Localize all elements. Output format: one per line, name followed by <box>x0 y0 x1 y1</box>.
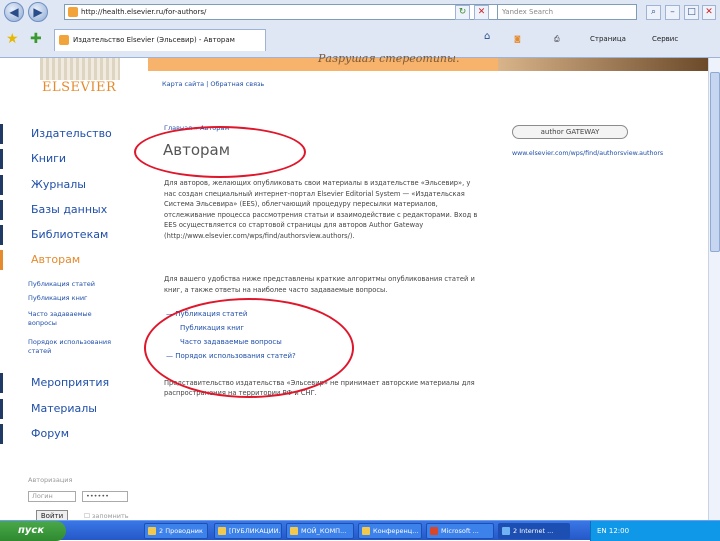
address-bar[interactable]: http://health.elsevier.ru/for-authors/ <box>64 4 500 20</box>
task-label: 2 Проводник <box>159 527 203 535</box>
task-item[interactable]: МОЙ_КОМП... <box>286 523 354 539</box>
sidebar-item-authors[interactable]: Авторам <box>0 250 140 270</box>
home-icon[interactable]: ⌂ <box>484 31 490 42</box>
task-label: МОЙ_КОМП... <box>301 527 347 535</box>
logo-text: ELSEVIER <box>42 80 117 95</box>
feeds-icon[interactable]: ◙ <box>514 35 521 43</box>
login-placeholder: Логин <box>32 492 53 500</box>
add-favorites-icon[interactable]: ✚ <box>30 31 42 47</box>
maximize-icon[interactable]: □ <box>684 5 699 20</box>
intro-paragraph: Для авторов, желающих опубликовать свои … <box>164 179 478 240</box>
back-button[interactable]: ◀ <box>4 2 24 22</box>
close-icon[interactable]: ✕ <box>702 5 716 20</box>
browser-chrome: ◀ ▶ http://health.elsevier.ru/for-author… <box>0 0 720 58</box>
top-links[interactable]: Карта сайта | Обратная связь <box>162 80 264 88</box>
web-page: ELSEVIER Разрушая стереотипы. Карта сайт… <box>0 52 708 522</box>
sidebar-item-libraries[interactable]: Библиотекам <box>0 225 140 245</box>
start-button[interactable]: пуск <box>0 521 66 541</box>
forward-button[interactable]: ▶ <box>28 2 48 22</box>
tools-menu[interactable]: Сервис <box>652 35 678 43</box>
sidebar-item-journals[interactable]: Журналы <box>0 175 140 195</box>
folder-icon <box>148 527 156 535</box>
remember-checkbox[interactable]: ☐ запомнить <box>84 512 129 520</box>
browser-icon <box>502 527 510 535</box>
favorites-star-icon[interactable]: ★ <box>6 31 19 47</box>
sidebar-item-materials[interactable]: Материалы <box>0 399 140 419</box>
password-value: •••••• <box>86 492 110 500</box>
stop-icon[interactable]: ✕ <box>474 5 489 20</box>
vertical-scrollbar[interactable] <box>708 58 720 520</box>
taskbar: пуск 2 Проводник [ПУБЛИКАЦИИ... МОЙ_КОМП… <box>0 520 720 541</box>
sidebar-item-books[interactable]: Книги <box>0 149 140 169</box>
password-field[interactable]: •••••• <box>82 491 128 502</box>
login-field[interactable]: Логин <box>28 491 76 502</box>
convenience-paragraph: Для вашего удобства ниже представлены кр… <box>164 275 475 294</box>
search-box[interactable]: Yandex Search <box>497 4 637 20</box>
sidebar-item-databases[interactable]: Базы данных <box>0 200 140 220</box>
document-icon <box>362 527 370 535</box>
sub-item-usage[interactable]: Порядок использования статей <box>28 338 128 356</box>
task-item[interactable]: Microsoft ... <box>426 523 494 539</box>
folder-icon <box>290 527 298 535</box>
refresh-icon[interactable]: ↻ <box>455 5 470 20</box>
sub-item-faq[interactable]: Часто задаваемые вопросы <box>28 310 108 328</box>
header-photo <box>498 58 708 71</box>
scrollbar-thumb[interactable] <box>710 72 720 252</box>
minimize-icon[interactable]: – <box>665 5 680 20</box>
task-label: Конференц... <box>373 527 419 535</box>
task-label: 2 Internet ... <box>513 527 554 535</box>
tagline: Разрушая стереотипы. <box>318 52 460 65</box>
tab-favicon-icon <box>59 35 69 45</box>
author-gateway-logo[interactable]: author GATEWAY <box>512 125 628 139</box>
sidebar-item-forum[interactable]: Форум <box>0 424 140 444</box>
task-label: Microsoft ... <box>441 527 479 535</box>
elsevier-logo[interactable]: ELSEVIER <box>0 58 148 100</box>
sub-item-articles[interactable]: Публикация статей <box>28 280 138 289</box>
gateway-url[interactable]: www.elsevier.com/wps/find/authorsview.au… <box>512 150 663 157</box>
login-title: Авторизация <box>28 476 73 484</box>
search-placeholder: Yandex Search <box>502 8 554 16</box>
folder-icon <box>218 527 226 535</box>
task-item[interactable]: 2 Проводник <box>144 523 208 539</box>
task-item[interactable]: Конференц... <box>358 523 422 539</box>
sidebar-item-publisher[interactable]: Издательство <box>0 124 140 144</box>
title-highlight-ellipse <box>134 126 306 178</box>
remember-label: запомнить <box>91 512 129 520</box>
links-highlight-ellipse <box>144 298 354 398</box>
search-go-icon[interactable]: ⌕ <box>646 5 661 20</box>
task-label: [ПУБЛИКАЦИИ... <box>229 527 282 535</box>
powerpoint-icon <box>430 527 438 535</box>
system-tray[interactable]: EN 12:00 <box>590 521 720 541</box>
sub-item-books[interactable]: Публикация книг <box>28 294 138 303</box>
task-item[interactable]: [ПУБЛИКАЦИИ... <box>214 523 282 539</box>
browser-tab[interactable]: Издательство Elsevier (Эльсевир) - Автор… <box>54 29 266 51</box>
tree-emblem-icon <box>40 58 120 80</box>
address-url: http://health.elsevier.ru/for-authors/ <box>81 8 207 16</box>
task-item[interactable]: 2 Internet ... <box>498 523 570 539</box>
navigation-bar: ◀ ▶ http://health.elsevier.ru/for-author… <box>0 0 720 24</box>
sidebar-item-events[interactable]: Мероприятия <box>0 373 140 393</box>
print-icon[interactable]: ⎙ <box>554 35 560 44</box>
page-menu[interactable]: Страница <box>590 35 626 43</box>
page-favicon-icon <box>68 7 78 17</box>
tab-title: Издательство Elsevier (Эльсевир) - Автор… <box>73 36 235 44</box>
